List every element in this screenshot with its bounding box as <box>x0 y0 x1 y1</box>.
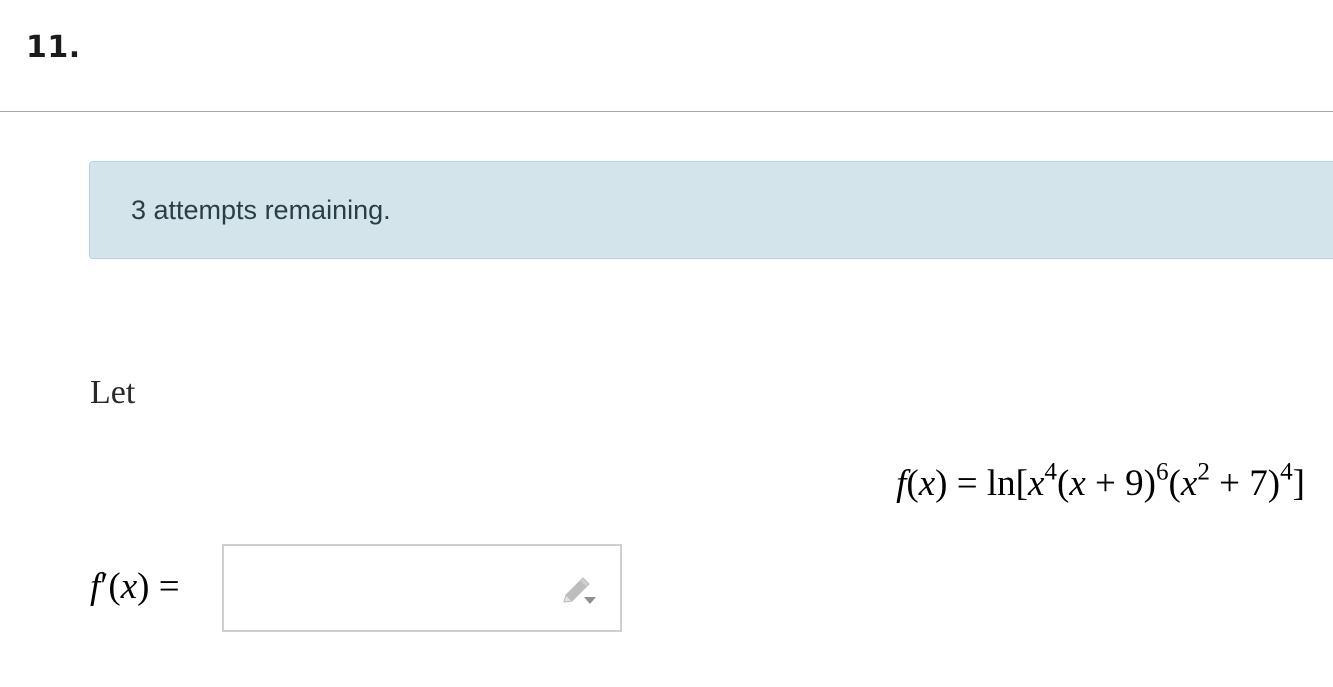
eq-f: f <box>896 463 907 504</box>
eq-var-1: x <box>1027 463 1045 504</box>
function-equation: f(x) = ln[x4(x + 9)6(x2 + 7)4] <box>896 458 1305 504</box>
answer-label: f′(x) = <box>90 566 180 607</box>
eq-x: x <box>918 463 936 504</box>
eq-const-2: 7 <box>1249 463 1268 504</box>
eq-exp-2: 6 <box>1155 458 1169 486</box>
eq-exp-3: 2 <box>1197 458 1210 486</box>
pencil-dropdown-icon[interactable] <box>558 574 600 610</box>
eq-var-2: x <box>1069 463 1086 504</box>
eq-exp-1: 4 <box>1044 458 1057 486</box>
eq-ln: ln <box>986 463 1016 504</box>
answer-label-x: x <box>120 566 138 607</box>
header-divider <box>0 111 1333 112</box>
answer-field[interactable] <box>222 544 622 632</box>
attempts-alert: 3 attempts remaining. <box>89 161 1333 259</box>
attempts-remaining-text: 3 attempts remaining. <box>131 195 391 225</box>
answer-input[interactable] <box>234 556 558 622</box>
prompt-intro: Let <box>90 374 136 411</box>
eq-var-3: x <box>1180 463 1198 504</box>
eq-const-1: 9 <box>1125 463 1144 504</box>
answer-label-f: f <box>90 566 101 607</box>
question-number: 11. <box>26 30 81 65</box>
eq-exp-4: 4 <box>1280 458 1293 486</box>
